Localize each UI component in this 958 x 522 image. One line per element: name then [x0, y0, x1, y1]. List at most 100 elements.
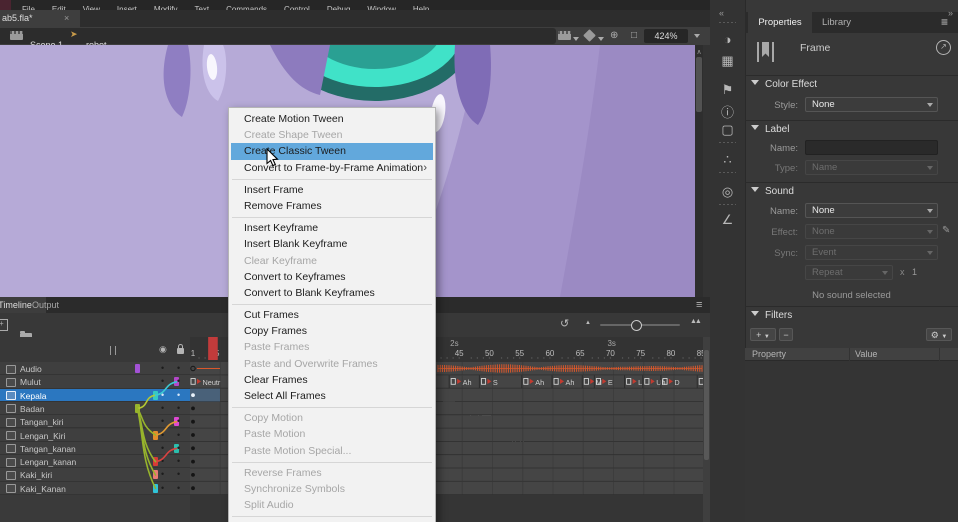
transform-icon[interactable]: ▢	[710, 122, 745, 138]
repeat-count[interactable]: 1	[912, 267, 917, 277]
edit-scene-caret-icon[interactable]	[573, 37, 579, 41]
paste-motion-menu-item[interactable]: Paste Motion	[229, 426, 435, 442]
zoom-in-timeline-icon[interactable]: ▲▲	[690, 318, 700, 325]
properties-panel-menu-icon[interactable]: ≡	[941, 15, 948, 29]
visibility-dot[interactable]: •	[161, 391, 164, 400]
visibility-dot[interactable]: •	[161, 364, 164, 373]
lock-icon[interactable]	[177, 348, 184, 354]
select-all-frames-menu-item[interactable]: Select All Frames	[229, 388, 435, 404]
parent-mark[interactable]	[153, 431, 158, 440]
center-frame-icon[interactable]: ⊕	[610, 29, 618, 43]
lock-dot[interactable]: •	[177, 470, 180, 479]
lock-dot[interactable]: •	[177, 404, 180, 413]
cut-frames-menu-item[interactable]: Cut Frames	[229, 307, 435, 323]
layer-row-kaki-kiri[interactable]: Kaki_kiri••	[0, 468, 190, 481]
edit-symbol-caret-icon[interactable]	[598, 37, 604, 41]
parent-mark[interactable]	[153, 457, 158, 466]
lock-dot[interactable]: •	[177, 364, 180, 373]
create-shape-tween-menu-item[interactable]: Create Shape Tween	[229, 127, 435, 143]
add-filter-button[interactable]: + ▼	[750, 328, 776, 341]
quick-share-icon[interactable]: ↗	[936, 40, 951, 55]
synchronize-symbols-menu-item[interactable]: Synchronize Symbols	[229, 481, 435, 497]
create-motion-tween-menu-item[interactable]: Create Motion Tween	[229, 111, 435, 127]
collapse-panels-icon[interactable]: «	[719, 8, 723, 18]
paste-motion-special-menu-item[interactable]: Paste Motion Special...	[229, 443, 435, 459]
layer-row-kepala[interactable]: Kepala••	[0, 389, 190, 402]
swatches-icon[interactable]: ▦	[710, 53, 745, 69]
zoom-caret-icon[interactable]	[694, 34, 700, 38]
insert-blank-keyframe-menu-item[interactable]: Insert Blank Keyframe	[229, 236, 435, 252]
copy-frames-menu-item[interactable]: Copy Frames	[229, 323, 435, 339]
parent-mark[interactable]	[153, 470, 158, 479]
visibility-dot[interactable]: •	[161, 417, 164, 426]
sound-name-dropdown[interactable]: None	[805, 203, 938, 218]
lock-dot[interactable]: •	[177, 484, 180, 493]
visibility-dot[interactable]: •	[161, 431, 164, 440]
visibility-dot[interactable]: •	[161, 457, 164, 466]
visibility-dot[interactable]: •	[161, 484, 164, 493]
convert-to-keyframes-menu-item[interactable]: Convert to Keyframes	[229, 269, 435, 285]
insert-keyframe-menu-item[interactable]: Insert Keyframe	[229, 220, 435, 236]
new-layer-icon[interactable]	[0, 319, 8, 331]
split-audio-menu-item[interactable]: Split Audio	[229, 497, 435, 513]
copy-motion-menu-item[interactable]: Copy Motion	[229, 410, 435, 426]
expand-panel-icon[interactable]: »	[948, 8, 953, 18]
info-icon[interactable]: ⓘ	[710, 102, 745, 121]
visibility-dot[interactable]: •	[161, 377, 164, 386]
close-tab-icon[interactable]: ×	[64, 10, 69, 27]
lock-dot[interactable]: •	[177, 431, 180, 440]
lock-dot[interactable]: •	[177, 457, 180, 466]
tab-library[interactable]: Library	[822, 12, 851, 33]
paste-frames-menu-item[interactable]: Paste Frames	[229, 339, 435, 355]
paste-and-overwrite-frames-menu-item[interactable]: Paste and Overwrite Frames	[229, 356, 435, 372]
timeline-panel-menu-icon[interactable]: ≡	[696, 299, 702, 311]
zoom-level[interactable]: 424%	[644, 29, 688, 43]
parent-mark[interactable]	[153, 391, 158, 400]
parent-mark[interactable]	[153, 484, 158, 493]
app-logo-icon[interactable]	[0, 0, 11, 10]
document-tab[interactable]: ab5.fla* ×	[0, 10, 80, 27]
motion-graph-icon[interactable]: ∠	[710, 212, 745, 228]
convert-to-blank-keyframes-menu-item[interactable]: Convert to Blank Keyframes	[229, 285, 435, 301]
layer-row-kaki-kanan[interactable]: Kaki_Kanan••	[0, 482, 190, 495]
color-icon[interactable]: ◑	[710, 32, 745, 47]
convert-to-frame-by-frame-animation-menu-item[interactable]: Convert to Frame-by-Frame Animation›	[229, 160, 435, 176]
section-label[interactable]: Label	[751, 124, 789, 135]
layer-row-lengan-kanan[interactable]: Lengan_kanan••	[0, 455, 190, 468]
visibility-dot[interactable]: •	[161, 444, 164, 453]
lock-dot[interactable]: •	[177, 391, 180, 400]
visibility-dot[interactable]: •	[161, 404, 164, 413]
reset-zoom-icon[interactable]: ↺	[560, 317, 569, 330]
edit-sound-envelope-icon[interactable]: ✎	[942, 225, 950, 236]
layer-row-mulut[interactable]: Mulut••	[0, 375, 190, 388]
layer-row-tangan-kiri[interactable]: Tangan_kiri••	[0, 415, 190, 428]
creative-cloud-icon[interactable]: ◎	[710, 184, 745, 200]
section-filters[interactable]: Filters	[751, 310, 792, 321]
tab-output[interactable]: Output	[32, 297, 59, 313]
lock-dot[interactable]: •	[177, 377, 180, 386]
eye-icon[interactable]: ◉	[159, 344, 167, 355]
lock-dot[interactable]: •	[177, 444, 180, 453]
style-dropdown[interactable]: None	[805, 97, 938, 112]
timeline-zoom-knob[interactable]	[631, 320, 642, 331]
reverse-frames-menu-item[interactable]: Reverse Frames	[229, 465, 435, 481]
layer-row-lengan-kiri[interactable]: Lengan_Kiri••	[0, 429, 190, 442]
remove-frames-menu-item[interactable]: Remove Frames	[229, 198, 435, 214]
scene-clapper-icon[interactable]	[10, 31, 23, 40]
clear-keyframe-menu-item[interactable]: Clear Keyframe	[229, 253, 435, 269]
label-name-input[interactable]	[805, 140, 938, 155]
insert-frame-menu-item[interactable]: Insert Frame	[229, 182, 435, 198]
zoom-out-timeline-icon[interactable]: ▲	[585, 320, 591, 326]
section-color-effect[interactable]: Color Effect	[751, 79, 817, 90]
align-icon[interactable]: ⚑	[710, 82, 745, 98]
timeline-vscrollbar-thumb[interactable]	[704, 350, 709, 460]
parent-mark[interactable]	[135, 364, 140, 373]
visibility-dot[interactable]: •	[161, 470, 164, 479]
clear-frames-menu-item[interactable]: Clear Frames	[229, 372, 435, 388]
section-sound[interactable]: Sound	[751, 186, 794, 197]
layer-row-tangan-kanan[interactable]: Tangan_kanan••	[0, 442, 190, 455]
layer-row-audio[interactable]: Audio••	[0, 362, 190, 375]
parent-mark[interactable]	[135, 404, 140, 413]
remove-filter-button[interactable]: −	[779, 328, 793, 341]
lock-dot[interactable]: •	[177, 417, 180, 426]
